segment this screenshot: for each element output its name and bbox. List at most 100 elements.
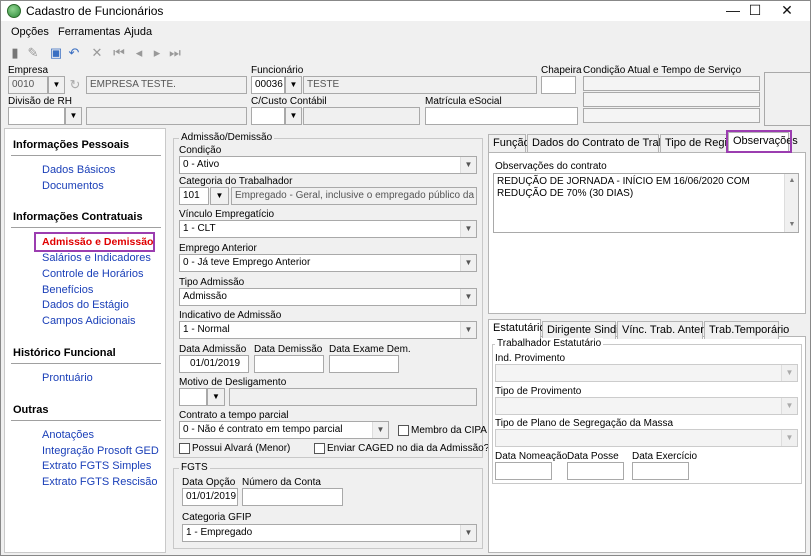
chapeira-field[interactable]	[541, 76, 576, 94]
sidebar-item-campos-adicionais[interactable]: Campos Adicionais	[42, 315, 136, 327]
parcial-select[interactable]: 0 - Não é contrato em tempo parcial ▼	[179, 421, 389, 439]
vinculo-label: Vínculo Empregatício	[179, 209, 275, 220]
data-admissao-field[interactable]: 01/01/2019	[179, 355, 249, 373]
divisao-field[interactable]	[8, 107, 65, 125]
data-nomeacao-field[interactable]	[495, 462, 552, 480]
numero-conta-field[interactable]	[242, 488, 343, 506]
data-exercicio-field[interactable]	[632, 462, 689, 480]
categoria-gfip-value: 1 - Empregado	[186, 527, 253, 538]
tab-estatutario[interactable]: Estatutário	[488, 319, 546, 339]
scroll-down-icon[interactable]: ▼	[785, 218, 799, 232]
sidebar-item-fgts-rescisao[interactable]: Extrato FGTS Rescisão	[42, 476, 158, 488]
tab-funcao[interactable]: Função	[488, 134, 530, 152]
admissao-group-title: Admissão/Demissão	[179, 132, 275, 143]
condicao-value: 0 - Ativo	[183, 159, 220, 170]
previous-record-icon[interactable]: ◂	[131, 45, 147, 61]
motivo-code-field[interactable]	[179, 388, 207, 406]
divisao-dropdown-button[interactable]: ▼	[65, 107, 82, 125]
tipo-admissao-select[interactable]: Admissão ▼	[179, 288, 477, 306]
matricula-field[interactable]	[425, 107, 578, 125]
motivo-label: Motivo de Desligamento	[179, 377, 287, 388]
menu-opcoes[interactable]: Opções	[11, 26, 49, 38]
motivo-dropdown-button[interactable]: ▼	[207, 388, 225, 406]
data-opcao-label: Data Opção	[182, 477, 236, 488]
data-demissao-field[interactable]	[254, 355, 324, 373]
sidebar-item-documentos[interactable]: Documentos	[42, 180, 104, 192]
data-admissao-label: Data Admissão	[179, 344, 247, 355]
undo-icon[interactable]: ↶	[66, 45, 82, 61]
indicativo-select[interactable]: 1 - Normal ▼	[179, 321, 477, 339]
funcionario-dropdown-button[interactable]: ▼	[285, 76, 302, 94]
chevron-down-icon: ▼	[460, 525, 476, 541]
empresa-code-field[interactable]: 0010	[8, 76, 48, 94]
scrollbar[interactable]: ▲ ▼	[784, 174, 798, 232]
data-exame-field[interactable]	[329, 355, 399, 373]
new-icon[interactable]: ▮	[7, 45, 23, 61]
data-posse-label: Data Posse	[567, 451, 619, 462]
cipa-checkbox[interactable]	[398, 425, 409, 436]
menu-ferramentas[interactable]: Ferramentas	[58, 26, 120, 38]
categoria-gfip-select[interactable]: 1 - Empregado ▼	[182, 524, 477, 542]
categoria-code-field[interactable]: 101	[179, 187, 209, 205]
ccusto-dropdown-button[interactable]: ▼	[285, 107, 302, 125]
sidebar: Informações Pessoais Dados Básicos Docum…	[4, 128, 166, 553]
scroll-up-icon[interactable]: ▲	[785, 174, 799, 188]
last-record-icon[interactable]: ⏭	[167, 45, 183, 61]
divider	[11, 227, 161, 228]
condicao-atual-field-3	[583, 108, 760, 123]
data-posse-field[interactable]	[567, 462, 624, 480]
obs-text: REDUÇÃO DE JORNADA - INÍCIO EM 16/06/202…	[497, 176, 750, 199]
tipo-admissao-label: Tipo Admissão	[179, 277, 245, 288]
ind-provimento-select[interactable]: ▼	[495, 364, 798, 382]
data-opcao-field[interactable]: 01/01/2019	[182, 488, 238, 506]
condicao-select[interactable]: 0 - Ativo ▼	[179, 156, 477, 174]
save-icon[interactable]: ▣	[48, 45, 64, 61]
sidebar-item-admissao[interactable]: Admissão e Demissão	[42, 236, 153, 248]
vinculo-select[interactable]: 1 - CLT ▼	[179, 220, 477, 238]
menu-ajuda[interactable]: Ajuda	[124, 26, 152, 38]
sidebar-item-beneficios[interactable]: Benefícios	[42, 284, 93, 296]
sidebar-item-fgts-simples[interactable]: Extrato FGTS Simples	[42, 460, 151, 472]
condicao-atual-field-1	[583, 76, 760, 91]
sidebar-item-anotacoes[interactable]: Anotações	[42, 429, 94, 441]
refresh-icon[interactable]: ↻	[67, 77, 83, 93]
main-window: Cadastro de Funcionários — ☐ ✕ Opções Fe…	[0, 0, 811, 556]
tab-tipo-regime[interactable]: Tipo de Regime	[660, 134, 742, 152]
sidebar-item-horarios[interactable]: Controle de Horários	[42, 268, 144, 280]
chevron-down-icon: ▼	[460, 221, 476, 237]
ccusto-name-field	[303, 107, 420, 125]
categoria-dropdown-button[interactable]: ▼	[210, 187, 229, 205]
categoria-gfip-label: Categoria GFIP	[182, 512, 252, 523]
tipo-provimento-select[interactable]: ▼	[495, 397, 798, 415]
next-record-icon[interactable]: ▸	[149, 45, 165, 61]
alvara-checkbox[interactable]	[179, 443, 190, 454]
divisao-label: Divisão de RH	[8, 96, 72, 107]
tab-trab-temporario[interactable]: Trab.Temporário	[704, 321, 789, 339]
estatutario-group-title: Trabalhador Estatutário	[495, 338, 604, 349]
tab-dirigente-sindical[interactable]: Dirigente Sindical	[542, 321, 633, 339]
ccusto-field[interactable]	[251, 107, 285, 125]
first-record-icon[interactable]: ⏮	[111, 45, 127, 61]
obs-textarea[interactable]: REDUÇÃO DE JORNADA - INÍCIO EM 16/06/202…	[493, 173, 799, 233]
tab-vinc-trab-anterior[interactable]: Vínc. Trab. Anterior	[617, 321, 716, 339]
sidebar-section-title: Outras	[13, 404, 49, 416]
tab-dados-contrato[interactable]: Dados do Contrato de Trabalho	[527, 134, 686, 152]
sidebar-item-prontuario[interactable]: Prontuário	[42, 372, 93, 384]
close-button[interactable]: ✕	[764, 1, 810, 21]
chevron-down-icon: ▼	[781, 430, 797, 446]
edit-icon[interactable]: ✎	[25, 45, 41, 61]
sidebar-item-dados-basicos[interactable]: Dados Básicos	[42, 164, 115, 176]
sidebar-item-prosoft-ged[interactable]: Integração Prosoft GED	[42, 445, 159, 457]
window-title: Cadastro de Funcionários	[26, 4, 164, 18]
ind-provimento-label: Ind. Provimento	[495, 353, 566, 364]
delete-icon[interactable]: ✕	[89, 45, 105, 61]
funcionario-code-field[interactable]: 00036	[251, 76, 285, 94]
divider	[11, 420, 161, 421]
emprego-anterior-select[interactable]: 0 - Já teve Emprego Anterior ▼	[179, 254, 477, 272]
caged-checkbox[interactable]	[314, 443, 325, 454]
sidebar-item-estagio[interactable]: Dados do Estágio	[42, 299, 129, 311]
empresa-dropdown-button[interactable]: ▼	[48, 76, 65, 94]
plano-segregacao-select[interactable]: ▼	[495, 429, 798, 447]
sidebar-item-salarios[interactable]: Salários e Indicadores	[42, 252, 151, 264]
caged-label: Enviar CAGED no dia da Admissão?	[327, 443, 490, 454]
